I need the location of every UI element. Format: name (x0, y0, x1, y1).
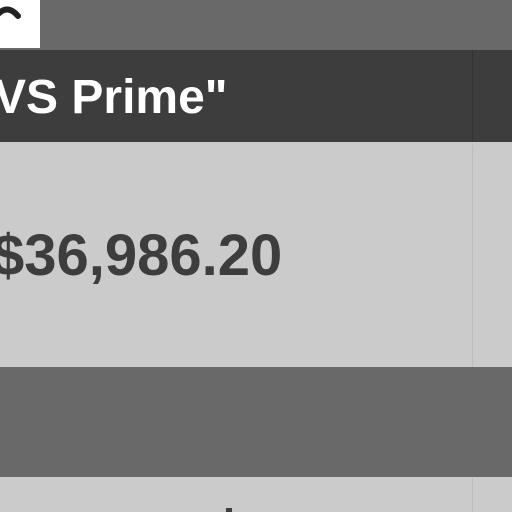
bottom-panel (0, 478, 512, 512)
price-divider (472, 145, 473, 367)
title-divider (472, 50, 473, 142)
title-bar: VS Prime" (0, 50, 512, 142)
bottom-divider (472, 478, 473, 512)
logo-icon[interactable] (0, 0, 40, 48)
top-strip (0, 0, 512, 50)
bottom-text-fragment (226, 508, 232, 512)
logo-glyph (0, 6, 21, 19)
product-title: VS Prime" (0, 71, 228, 124)
price-value: $36,986.20 (0, 223, 283, 288)
lower-band (0, 367, 512, 477)
page: VS Prime" $36,986.20 (0, 0, 512, 512)
price-panel: $36,986.20 (0, 145, 512, 367)
